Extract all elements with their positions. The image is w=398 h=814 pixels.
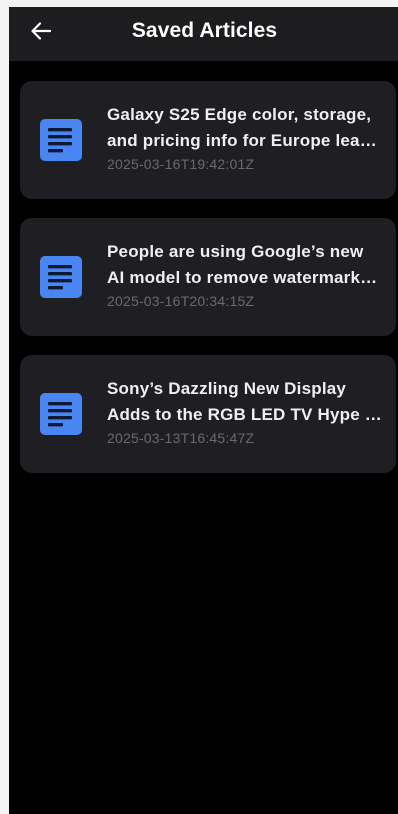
phone-screen: Saved Articles Galaxy S25 Edge color, st… [9,7,398,814]
page-title: Saved Articles [131,19,278,42]
article-card[interactable]: Sony’s Dazzling New Display Adds to the … [20,355,396,473]
document-icon [40,119,82,161]
article-date: 2025-03-16T19:42:01Z [107,156,255,172]
app-bar: Saved Articles [9,7,398,61]
document-icon [40,256,82,298]
article-card[interactable]: Galaxy S25 Edge color, storage, and pric… [20,81,396,199]
article-text: Galaxy S25 Edge color, storage, and pric… [107,102,383,172]
article-title: Sony’s Dazzling New Display Adds to the … [107,379,382,424]
document-icon [40,393,82,435]
article-date: 2025-03-13T16:45:47Z [107,430,255,446]
saved-articles-list: Galaxy S25 Edge color, storage, and pric… [20,81,396,492]
article-date: 2025-03-16T20:34:15Z [107,293,255,309]
article-card[interactable]: People are using Google’s new AI model t… [20,218,396,336]
article-text: People are using Google’s new AI model t… [107,239,383,309]
article-text: Sony’s Dazzling New Display Adds to the … [107,376,383,446]
article-title: People are using Google’s new AI model t… [107,242,378,287]
article-title: Galaxy S25 Edge color, storage, and pric… [107,105,377,150]
